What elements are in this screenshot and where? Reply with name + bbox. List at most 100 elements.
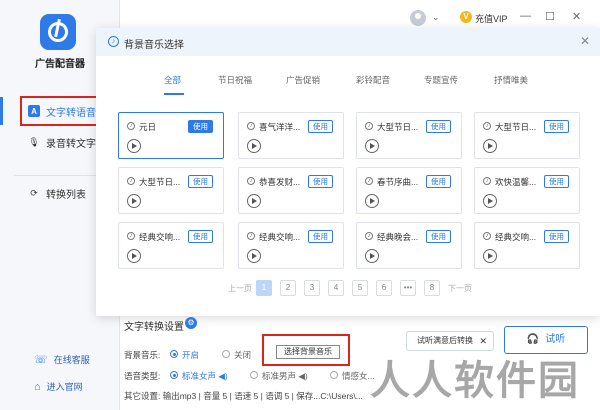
track-name: 大型节日...	[139, 177, 181, 187]
play-icon[interactable]	[247, 139, 261, 153]
page-button[interactable]: 2	[280, 280, 296, 296]
close-window-button[interactable]: ✕	[572, 10, 581, 23]
page-button[interactable]: 8	[424, 280, 440, 296]
play-icon[interactable]	[483, 194, 497, 208]
maximize-button[interactable]: ☐	[545, 10, 555, 23]
vip-recharge-button[interactable]: 充值VIP	[475, 12, 508, 25]
page-button[interactable]: 3	[304, 280, 320, 296]
use-button[interactable]: 使用	[426, 175, 451, 188]
music-card[interactable]: ♪ 大型节日... 使用	[474, 112, 580, 159]
play-icon[interactable]	[127, 194, 141, 208]
chevron-down-icon[interactable]: ⌄	[432, 12, 440, 23]
music-card[interactable]: ♪ 喜气洋洋... 使用	[238, 112, 344, 159]
online-support-link[interactable]: ☏ 在线客服	[34, 353, 90, 366]
music-note-icon: ♪	[247, 177, 255, 185]
sidebar-divider	[14, 175, 106, 176]
music-card[interactable]: ♪ 经典晚会... 使用	[356, 222, 462, 269]
use-button[interactable]: 使用	[308, 120, 333, 133]
track-name: 经典交响...	[259, 232, 301, 242]
use-button[interactable]: 使用	[544, 230, 569, 243]
page-ellipsis[interactable]: •••	[400, 280, 416, 296]
play-icon[interactable]	[483, 139, 497, 153]
voice-female-label: 标准女声 ◀)	[182, 371, 228, 381]
use-button[interactable]: 使用	[426, 230, 451, 243]
prev-page-button[interactable]: 上一页	[228, 283, 252, 294]
music-card[interactable]: ♪ 大型节日... 使用	[118, 167, 224, 214]
official-site-label: 进入官网	[46, 382, 83, 392]
music-card[interactable]: ♪ 恭喜发财... 使用	[238, 167, 344, 214]
support-icon: ☏	[34, 354, 48, 366]
music-note-icon: ♪	[365, 122, 373, 130]
bg-music-on-radio[interactable]	[170, 350, 178, 358]
track-name: 大型节日...	[377, 122, 419, 132]
music-note-icon: ♪	[247, 122, 255, 130]
voice-female-radio[interactable]	[170, 371, 178, 379]
official-site-link[interactable]: ⌂ 进入官网	[34, 380, 83, 393]
choose-bg-music-button[interactable]: 选择背景音乐	[276, 345, 340, 359]
sidebar-item-label: 录音转文字	[46, 138, 96, 150]
tab-ringtone[interactable]: 彩铃配音	[356, 74, 390, 86]
track-name: 经典交响...	[139, 232, 181, 242]
play-icon[interactable]	[247, 194, 261, 208]
play-icon[interactable]	[127, 139, 141, 153]
music-card[interactable]: ♪ 春节序曲... 使用	[356, 167, 462, 214]
voice-male-label: 标准男声 ◀)	[262, 371, 308, 381]
home-icon: ⌂	[34, 380, 41, 393]
sidebar-item-label: 转换列表	[46, 189, 86, 201]
use-button[interactable]: 使用	[188, 230, 213, 243]
play-icon[interactable]	[127, 249, 141, 263]
use-button[interactable]: 使用	[188, 175, 213, 188]
tooltip-text: 试听满意后转换	[417, 336, 473, 345]
gear-icon[interactable]: ⚙	[185, 317, 197, 329]
voice-male-radio[interactable]	[250, 371, 258, 379]
minimize-button[interactable]: —	[520, 10, 531, 22]
track-name: 经典晚会...	[377, 232, 419, 242]
dialog-title: 背景音乐选择	[124, 40, 184, 51]
tab-underline	[164, 93, 184, 95]
track-name: 元日	[139, 122, 157, 132]
music-card[interactable]: ♪ 大型节日... 使用	[356, 112, 462, 159]
bg-music-label: 背景音乐:	[124, 350, 161, 360]
dialog-close-button[interactable]: ✕	[580, 34, 590, 48]
music-card[interactable]: ♪ 经典交响... 使用	[118, 222, 224, 269]
music-note-icon: ♪	[127, 232, 135, 240]
play-icon[interactable]	[365, 139, 379, 153]
music-card[interactable]: ♪ 元日 使用	[118, 112, 224, 159]
music-note-icon: ♪	[127, 122, 135, 130]
use-button[interactable]: 使用	[308, 175, 333, 188]
tab-promotion[interactable]: 广告促销	[286, 74, 320, 86]
tab-holiday[interactable]: 节日祝福	[218, 74, 252, 86]
avatar[interactable]	[410, 10, 426, 26]
page-button[interactable]: 1	[256, 280, 272, 296]
voice-emotional-radio[interactable]	[330, 371, 338, 379]
page-button[interactable]: 5	[352, 280, 368, 296]
track-name: 欢快温馨...	[495, 177, 537, 187]
refresh-icon: ⟳	[30, 187, 38, 198]
tab-campaign[interactable]: 专题宣传	[424, 74, 458, 86]
other-settings-row: 其它设置: 输出mp3 | 音量 5 | 语速 5 | 语调 5 | 保存...…	[124, 391, 363, 401]
vip-icon: V	[460, 11, 472, 23]
use-button[interactable]: 使用	[308, 230, 333, 243]
track-name: 春节序曲...	[377, 177, 419, 187]
page-button[interactable]: 6	[376, 280, 392, 296]
use-button[interactable]: 使用	[544, 120, 569, 133]
play-icon[interactable]	[247, 249, 261, 263]
use-button[interactable]: 使用	[544, 175, 569, 188]
music-card[interactable]: ♪ 经典交响... 使用	[474, 222, 580, 269]
music-card[interactable]: ♪ 欢快温馨... 使用	[474, 167, 580, 214]
music-note-icon: ♪	[365, 177, 373, 185]
play-icon[interactable]	[365, 249, 379, 263]
tab-lyrical[interactable]: 抒情唯美	[494, 74, 528, 86]
online-support-label: 在线客服	[53, 355, 90, 365]
track-name: 大型节日...	[495, 122, 537, 132]
next-page-button[interactable]: 下一页	[448, 283, 472, 294]
play-icon[interactable]	[483, 249, 497, 263]
bg-music-off-radio[interactable]	[222, 350, 230, 358]
music-note-icon: ♪	[483, 232, 491, 240]
tab-all[interactable]: 全部	[164, 74, 181, 86]
play-icon[interactable]	[365, 194, 379, 208]
use-button[interactable]: 使用	[188, 120, 213, 133]
page-button[interactable]: 4	[328, 280, 344, 296]
use-button[interactable]: 使用	[426, 120, 451, 133]
music-card[interactable]: ♪ 经典交响... 使用	[238, 222, 344, 269]
